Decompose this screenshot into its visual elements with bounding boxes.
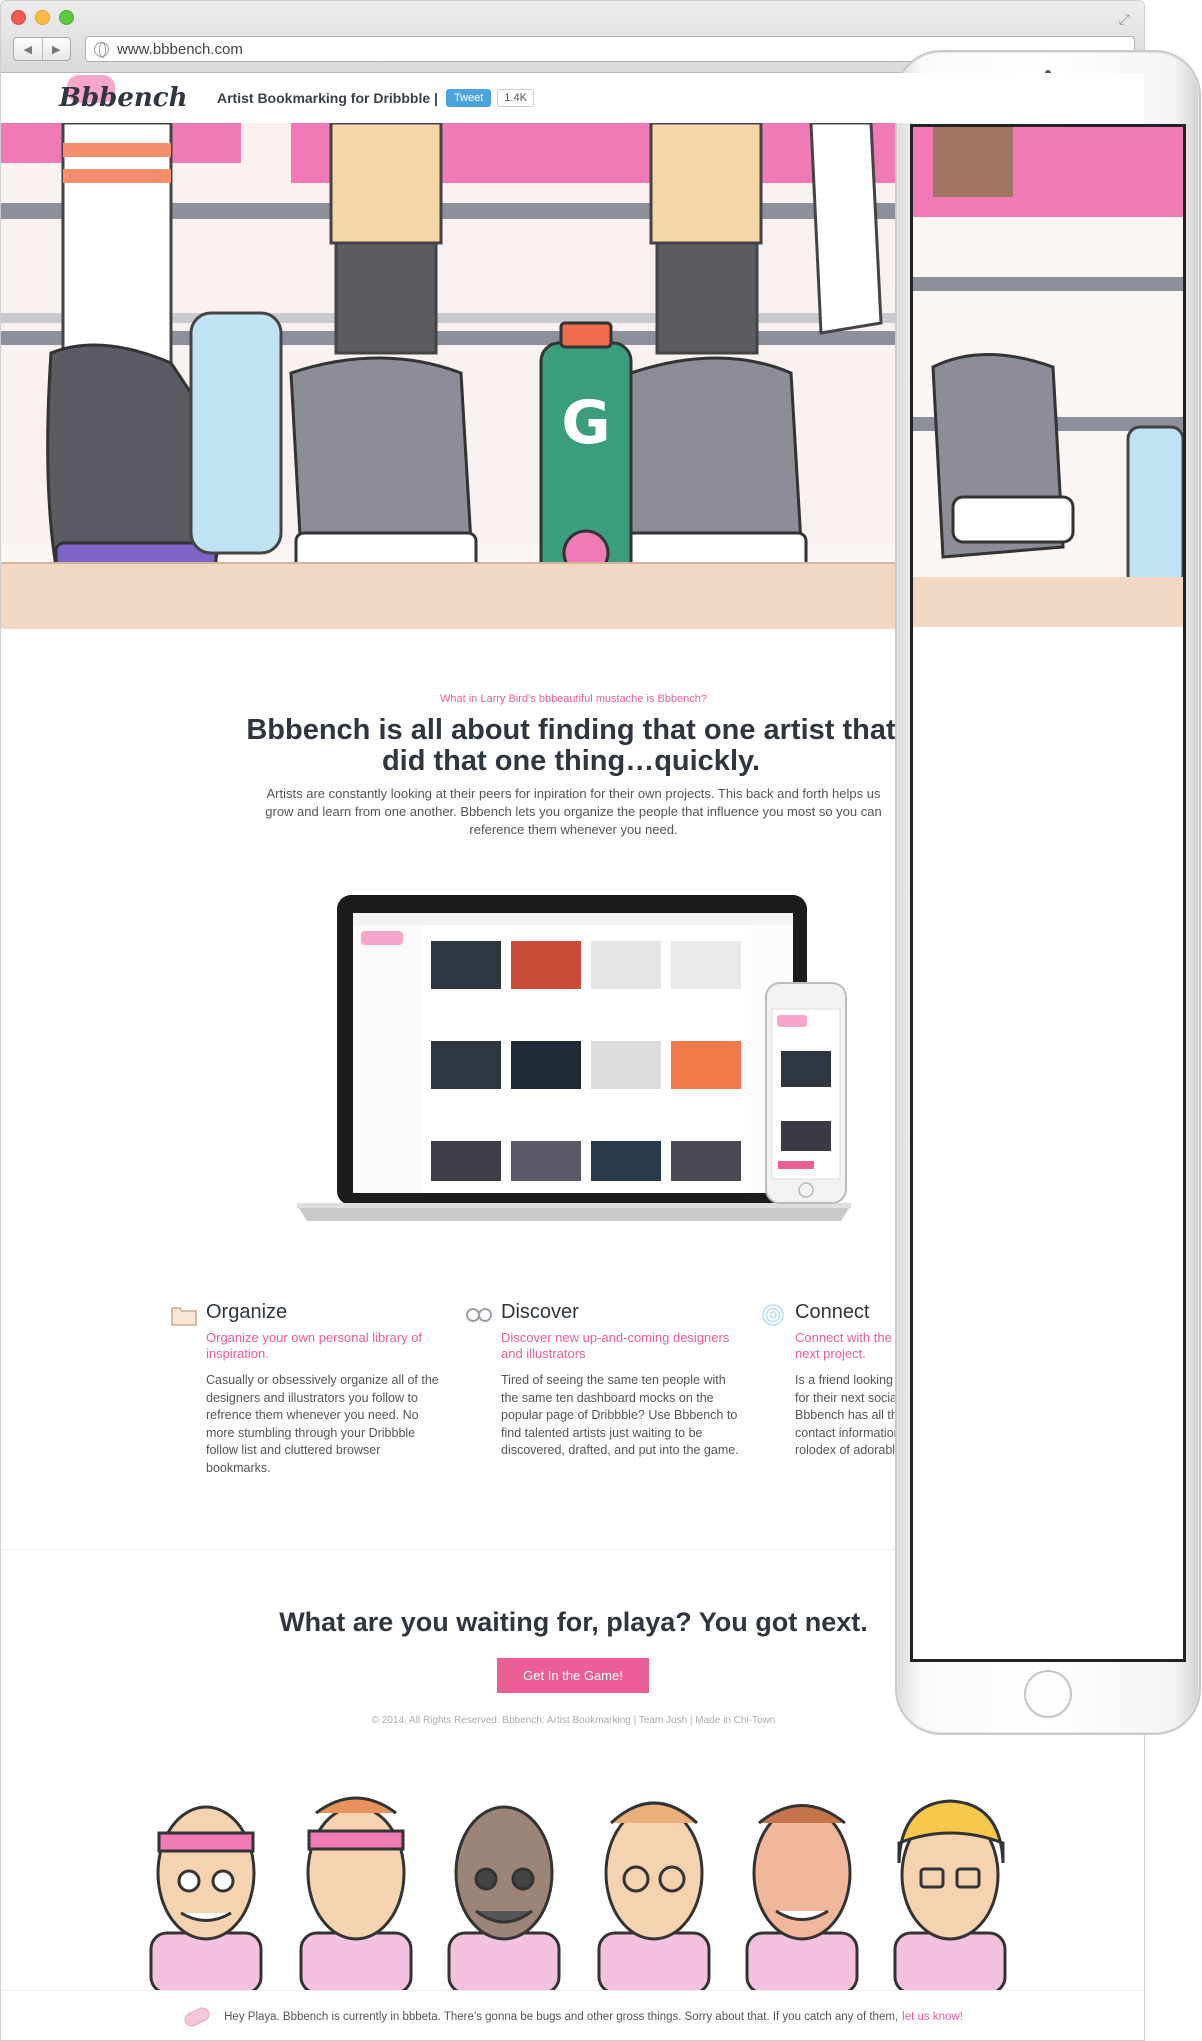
avatar [893, 1799, 1007, 1995]
back-button[interactable]: ◀ [14, 38, 43, 60]
intro-paragraph: Artists are constantly looking at their … [265, 786, 882, 837]
site-tagline: Artist Bookmarking for Dribbble | [217, 90, 438, 106]
address-text: www.bbbench.com [117, 40, 243, 58]
feature-discover: Discover Discover new up-and-coming desi… [466, 1301, 741, 1460]
globe-icon [94, 41, 109, 58]
feature-organize: Organize Organize your own personal libr… [171, 1301, 446, 1477]
beta-notice-text: Hey Playa. Bbbench is currently in bbbet… [224, 2010, 899, 2023]
glasses-icon [466, 1308, 492, 1322]
avatar [447, 1805, 561, 1995]
history-nav: ◀ ▶ [13, 37, 71, 61]
forward-button[interactable]: ▶ [43, 38, 71, 60]
avatar [149, 1805, 263, 1995]
phone-mockup [895, 50, 1201, 1735]
folder-icon [171, 1307, 197, 1326]
phone-screen [910, 124, 1186, 1662]
feature-subtitle: Discover new up-and-coming designers and… [501, 1330, 730, 1361]
laptop-phone-mockup [297, 895, 851, 1221]
feature-subtitle: Organize your own personal library of in… [206, 1330, 423, 1361]
get-in-game-button[interactable]: Get In the Game! [497, 1658, 649, 1693]
avatar [745, 1804, 859, 1995]
feature-title: Organize [206, 1301, 288, 1323]
bandage-icon [182, 2004, 212, 2029]
device-showcase [281, 891, 871, 1231]
feature-description: Tired of seeing the same ten people with… [501, 1373, 739, 1457]
avatar [299, 1796, 413, 1995]
feature-description: Casually or obsessively organize all of … [206, 1373, 439, 1475]
logo[interactable]: Bbbench [59, 75, 188, 113]
beta-notice-bar: Hey Playa. Bbbench is currently in bbbet… [1, 1990, 1144, 2040]
team-illustration [131, 1783, 1031, 1995]
site-header: Bbbench Artist Bookmarking for Dribbble … [1, 73, 1144, 123]
avatar [597, 1801, 711, 1995]
phone-screen-illustration [913, 127, 1183, 627]
team-avatars [149, 1796, 1007, 1995]
feature-title: Discover [501, 1301, 579, 1323]
tweet-count: 1.4K [497, 89, 534, 107]
fingerprint-icon [762, 1304, 784, 1326]
zoom-window-button[interactable] [59, 10, 74, 25]
tweet-button[interactable]: Tweet [445, 89, 492, 107]
page-headline: Bbbench is all about finding that one ar… [246, 714, 896, 777]
minimize-window-button[interactable] [35, 10, 50, 25]
close-window-button[interactable] [11, 10, 26, 25]
phone-home-button[interactable] [1024, 1670, 1072, 1718]
fullscreen-icon[interactable]: ⤢ [1119, 11, 1130, 28]
svg-text:G: G [561, 388, 610, 458]
let-us-know-link[interactable]: let us know! [902, 2011, 963, 2023]
